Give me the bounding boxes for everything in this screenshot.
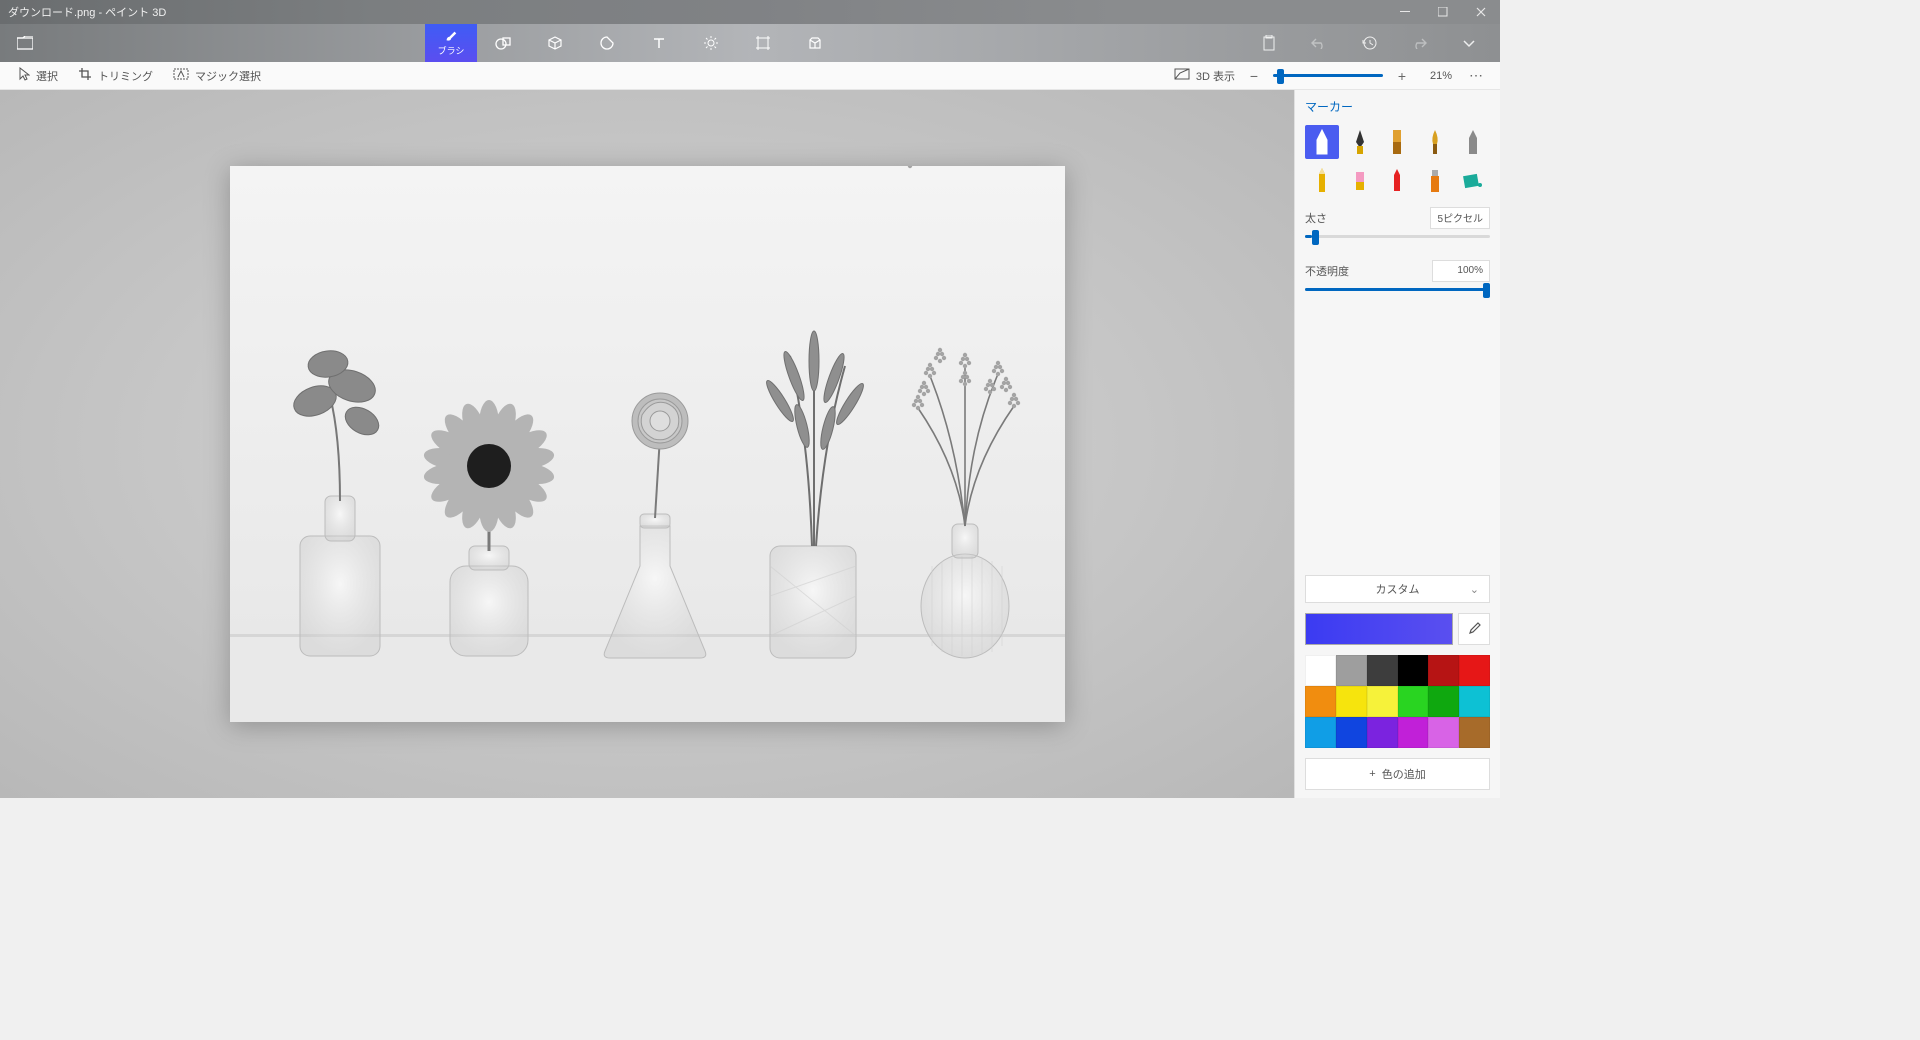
add-color-label: 色の追加	[1382, 766, 1426, 782]
main-area: マーカー 太さ 5ピクセル 不透明度 100% カスタム ⌄	[0, 90, 1500, 798]
view-3d-icon	[1174, 68, 1190, 83]
color-swatch[interactable]	[1305, 686, 1336, 717]
zoom-percent: 21%	[1421, 70, 1461, 82]
tab-brush-label: ブラシ	[438, 44, 465, 57]
color-palette	[1305, 655, 1490, 748]
title-bar: ダウンロード.png - ペイント 3D	[0, 0, 1500, 24]
color-swatch[interactable]	[1459, 686, 1490, 717]
brush-pixel-pen[interactable]	[1456, 125, 1490, 159]
sidebar: マーカー 太さ 5ピクセル 不透明度 100% カスタム ⌄	[1294, 90, 1500, 798]
history-button[interactable]	[1344, 24, 1394, 62]
chevron-down-icon: ⌄	[1470, 583, 1479, 596]
tab-effects[interactable]	[685, 24, 737, 62]
current-color-swatch[interactable]	[1305, 613, 1453, 645]
color-swatch[interactable]	[1459, 655, 1490, 686]
opacity-row: 不透明度 100%	[1305, 260, 1490, 282]
brush-marker[interactable]	[1305, 125, 1339, 159]
thickness-label: 太さ	[1305, 210, 1327, 226]
thickness-slider[interactable]	[1305, 235, 1490, 238]
magic-label: マジック選択	[195, 68, 261, 84]
color-swatch[interactable]	[1367, 717, 1398, 748]
view-3d-toggle[interactable]: 3D 表示	[1164, 68, 1245, 84]
color-swatch[interactable]	[1336, 686, 1367, 717]
crop-label: トリミング	[98, 68, 153, 84]
color-swatch[interactable]	[1336, 717, 1367, 748]
color-swatch[interactable]	[1336, 655, 1367, 686]
cursor-icon	[18, 67, 30, 84]
zoom-controls: − + 21%	[1245, 68, 1461, 84]
crop-icon	[78, 67, 92, 84]
tab-brush[interactable]: ブラシ	[425, 24, 477, 62]
color-swatch[interactable]	[1367, 686, 1398, 717]
color-swatch[interactable]	[1367, 655, 1398, 686]
undo-button[interactable]	[1294, 24, 1344, 62]
expand-menu-button[interactable]	[1444, 24, 1494, 62]
color-swatch[interactable]	[1305, 717, 1336, 748]
redo-button[interactable]	[1394, 24, 1444, 62]
color-swatch[interactable]	[1398, 655, 1429, 686]
eyedropper-button[interactable]	[1458, 613, 1490, 645]
zoom-out-button[interactable]: −	[1245, 68, 1263, 84]
window-title: ダウンロード.png - ペイント 3D	[8, 4, 166, 20]
tab-text[interactable]	[633, 24, 685, 62]
plus-icon: +	[1369, 768, 1375, 780]
canvas-area[interactable]	[0, 90, 1294, 798]
maximize-button[interactable]	[1424, 0, 1462, 24]
brush-fill[interactable]	[1456, 163, 1490, 197]
current-color-row	[1305, 613, 1490, 645]
brush-oil[interactable]	[1381, 125, 1415, 159]
tab-stickers[interactable]	[581, 24, 633, 62]
brush-calligraphy-pen[interactable]	[1343, 125, 1377, 159]
thickness-value[interactable]: 5ピクセル	[1430, 207, 1490, 229]
tab-3d-shapes[interactable]	[529, 24, 581, 62]
opacity-label: 不透明度	[1305, 263, 1349, 279]
magic-icon	[173, 68, 189, 83]
color-swatch[interactable]	[1398, 686, 1429, 717]
zoom-in-button[interactable]: +	[1393, 68, 1411, 84]
color-swatch[interactable]	[1398, 717, 1429, 748]
tab-2d-shapes[interactable]	[477, 24, 529, 62]
brush-pencil[interactable]	[1305, 163, 1339, 197]
brush-spray-can[interactable]	[1418, 163, 1452, 197]
canvas-image	[230, 166, 1065, 722]
color-swatch[interactable]	[1428, 655, 1459, 686]
sidebar-title: マーカー	[1305, 98, 1490, 115]
brush-grid	[1305, 125, 1490, 197]
opacity-slider[interactable]	[1305, 288, 1490, 291]
color-mode-dropdown[interactable]: カスタム ⌄	[1305, 575, 1490, 603]
select-label: 選択	[36, 68, 58, 84]
color-mode-label: カスタム	[1376, 581, 1420, 597]
view-3d-label: 3D 表示	[1196, 68, 1235, 84]
magic-select-tool[interactable]: マジック選択	[163, 68, 271, 84]
opacity-value[interactable]: 100%	[1432, 260, 1490, 282]
brush-eraser[interactable]	[1343, 163, 1377, 197]
tool-tabs: ブラシ	[425, 24, 841, 62]
tab-3d-library[interactable]	[789, 24, 841, 62]
select-tool[interactable]: 選択	[8, 67, 68, 84]
add-color-button[interactable]: + 色の追加	[1305, 758, 1490, 790]
crop-tool[interactable]: トリミング	[68, 67, 163, 84]
file-menu-button[interactable]	[0, 24, 50, 62]
color-swatch[interactable]	[1459, 717, 1490, 748]
color-swatch[interactable]	[1428, 686, 1459, 717]
color-swatch[interactable]	[1428, 717, 1459, 748]
minimize-button[interactable]	[1386, 0, 1424, 24]
top-toolbar: ブラシ	[0, 24, 1500, 62]
top-right-icons	[1244, 24, 1500, 62]
brush-crayon[interactable]	[1381, 163, 1415, 197]
zoom-slider[interactable]	[1273, 74, 1383, 77]
more-options-button[interactable]: ⋯	[1461, 67, 1492, 84]
brush-watercolor[interactable]	[1418, 125, 1452, 159]
tab-canvas[interactable]	[737, 24, 789, 62]
secondary-toolbar: 選択 トリミング マジック選択 3D 表示 − + 21% ⋯	[0, 62, 1500, 90]
thickness-row: 太さ 5ピクセル	[1305, 207, 1490, 229]
paste-button[interactable]	[1244, 24, 1294, 62]
close-button[interactable]	[1462, 0, 1500, 24]
color-swatch[interactable]	[1305, 655, 1336, 686]
